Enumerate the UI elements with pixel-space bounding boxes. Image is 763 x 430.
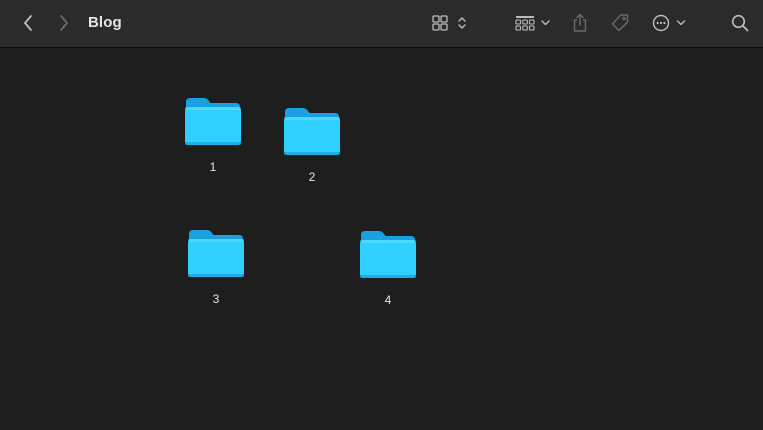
folder-item[interactable]: 4 [352,229,424,319]
share-button[interactable] [568,10,592,36]
tag-icon [611,14,629,32]
finder-window: Blog 1 2 3 4 [0,0,763,430]
tag-button[interactable] [608,10,632,36]
group-grid-icon [515,16,550,31]
ellipsis-circle-icon [652,14,686,32]
chevron-left-icon [24,15,32,31]
folder-item[interactable]: 2 [276,106,348,196]
folder-label: 1 [209,160,217,174]
folder-item[interactable]: 1 [177,96,249,186]
more-actions-button[interactable] [650,10,688,36]
folder-icon [284,108,340,155]
folder-view: 1 2 3 4 [0,49,763,430]
folder-item[interactable]: 3 [180,228,252,318]
toolbar: Blog [0,0,763,48]
view-mode-button[interactable] [430,10,470,36]
folder-label: 4 [384,293,392,307]
folder-label: 2 [308,170,316,184]
search-icon [731,14,749,32]
chevron-right-icon [60,15,68,31]
folder-icon [360,231,416,278]
folder-label: 3 [212,292,220,306]
share-icon [573,13,587,32]
window-title: Blog [88,14,122,31]
group-by-button[interactable] [514,10,554,36]
folder-icon [185,98,241,145]
icon-grid-icon [432,15,466,31]
forward-button[interactable] [54,10,74,36]
back-button[interactable] [18,10,38,36]
folder-icon [188,230,244,277]
search-button[interactable] [728,10,752,36]
